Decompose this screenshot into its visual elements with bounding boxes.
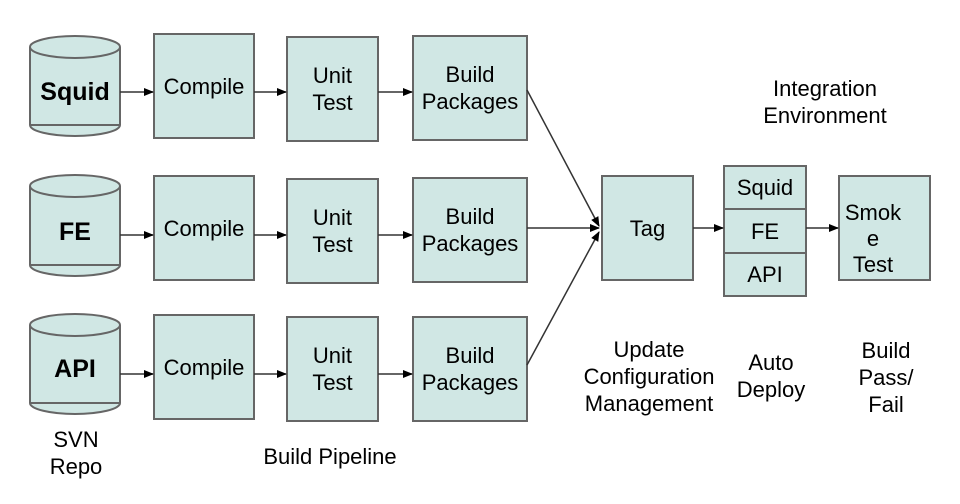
- arrow-build-tag-1: [526, 89, 600, 227]
- deploy-squid-label: Squid: [736, 175, 794, 200]
- repo-label-fe: FE: [59, 217, 91, 246]
- tag-label: Tag: [629, 215, 666, 241]
- caption-svn-repo: SVN Repo: [49, 427, 103, 479]
- smoke-test-label: Smok e Test: [844, 200, 902, 277]
- repo-label-api: API: [54, 354, 96, 383]
- caption-build-pass-fail: Build Pass/ Fail: [858, 337, 914, 417]
- deploy-fe-label: FE: [750, 218, 780, 244]
- caption-auto-deploy: Auto Deploy: [736, 350, 806, 402]
- caption-integration-environment: Integration Environment: [763, 76, 887, 128]
- build-packages-label-3: Build Packages: [421, 343, 519, 395]
- build-packages-label-2: Build Packages: [421, 204, 519, 256]
- caption-build-pipeline: Build Pipeline: [263, 443, 397, 469]
- deploy-api-label: API: [747, 262, 783, 287]
- caption-update-config-mgmt: Update Configuration Management: [583, 336, 715, 416]
- compile-label-2: Compile: [163, 215, 245, 241]
- unit-test-label-2: Unit Test: [312, 205, 353, 257]
- unit-test-label-3: Unit Test: [312, 343, 353, 395]
- unit-test-label-1: Unit Test: [312, 63, 353, 115]
- repo-label-squid: Squid: [40, 77, 110, 106]
- compile-label-3: Compile: [163, 354, 245, 380]
- build-packages-label-1: Build Packages: [421, 62, 519, 114]
- compile-label-1: Compile: [163, 73, 245, 99]
